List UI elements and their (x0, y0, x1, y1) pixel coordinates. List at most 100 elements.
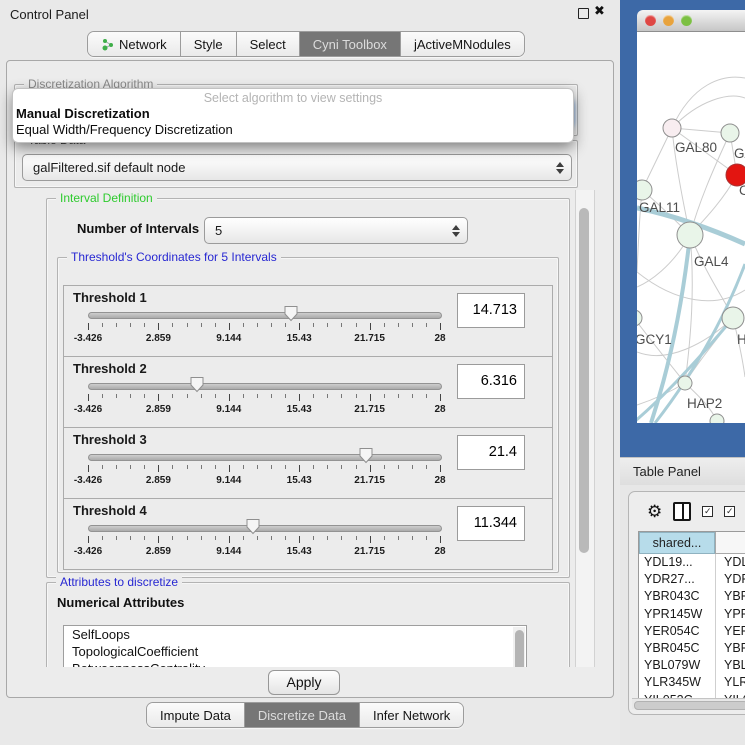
network-edge[interactable] (637, 272, 745, 301)
tab-impute-data[interactable]: Impute Data (147, 703, 245, 727)
slider-track[interactable] (88, 383, 442, 390)
slider-tick (187, 465, 188, 469)
scrollbar-thumb[interactable] (634, 701, 745, 710)
traffic-light-zoom-icon[interactable] (681, 15, 692, 26)
tab-network[interactable]: Network (88, 32, 181, 56)
column-header-name[interactable]: na (715, 532, 745, 554)
slider-tick (201, 323, 202, 327)
slider-tick (271, 536, 272, 540)
apply-button[interactable]: Apply (268, 670, 340, 695)
threshold-value-field[interactable] (457, 293, 525, 328)
network-node-ga[interactable] (721, 124, 739, 142)
split-view-icon[interactable] (673, 502, 691, 521)
threshold-slider[interactable]: -3.4262.8599.14415.4321.71528 (88, 523, 440, 563)
slider-tick (412, 323, 413, 327)
slider-tick (243, 465, 244, 469)
node-table[interactable]: shared...naYDL19...YDL1YDR27...YDR2YBR04… (638, 531, 745, 699)
checkbox-icon[interactable]: ✓ (724, 506, 735, 517)
network-edge[interactable] (672, 96, 745, 128)
tab-style[interactable]: Style (181, 32, 237, 56)
slider-tick (313, 394, 314, 398)
scrollbar-thumb[interactable] (515, 630, 524, 667)
network-window-titlebar[interactable] (637, 10, 745, 32)
threshold-value-field[interactable] (457, 506, 525, 541)
threshold-rows: Threshold 1-3.4262.8599.14415.4321.71528… (63, 286, 553, 570)
table-horizontal-scrollbar[interactable] (632, 698, 745, 709)
network-node-gal11[interactable] (637, 180, 652, 200)
attribute-item[interactable]: BetweennessCentrality (64, 660, 526, 667)
number-of-intervals-combo[interactable]: 5 (204, 217, 468, 244)
tab-label: Impute Data (160, 708, 231, 723)
slider-tick (299, 394, 300, 401)
tab-infer-network[interactable]: Infer Network (360, 703, 463, 727)
popup-option[interactable]: Manual Discretization (13, 106, 573, 122)
network-window: GAL80GACGAL11GAL4GCY1HHAP2 (637, 10, 745, 423)
network-edge[interactable] (672, 77, 745, 128)
slider-tick (130, 323, 131, 327)
threshold-value-field[interactable] (457, 364, 525, 399)
slider-tick (144, 465, 145, 469)
network-node-hap2[interactable] (678, 376, 692, 390)
network-edge-thick[interactable] (651, 235, 690, 423)
network-node[interactable] (710, 414, 724, 423)
slider-tick-label: -3.426 (74, 404, 102, 415)
table-data-combo[interactable]: galFiltered.sif default node (22, 154, 572, 181)
network-canvas[interactable]: GAL80GACGAL11GAL4GCY1HHAP2 (637, 32, 745, 423)
table-row[interactable]: YDR27...YDR2 (639, 571, 745, 588)
slider-tick (243, 394, 244, 398)
table-row[interactable]: YER054CYER0 (639, 623, 745, 640)
traffic-light-close-icon[interactable] (645, 15, 656, 26)
slider-track[interactable] (88, 525, 442, 532)
table-toolbar: ⚙ ✓ ✓ (629, 492, 745, 530)
attribute-item[interactable]: TopologicalCoefficient (64, 643, 526, 660)
slider-tick (426, 465, 427, 469)
tab-select[interactable]: Select (237, 32, 300, 56)
network-node-gal80[interactable] (663, 119, 681, 137)
slider-tick (215, 536, 216, 540)
network-node-h[interactable] (722, 307, 744, 329)
popup-option[interactable]: Equal Width/Frequency Discretization (13, 122, 573, 138)
slider-tick (215, 323, 216, 327)
tab-jactivemnodules[interactable]: jActiveMNodules (401, 32, 524, 56)
table-row[interactable]: YDL19...YDL1 (639, 554, 745, 571)
checkbox-icon[interactable]: ✓ (702, 506, 713, 517)
column-header-shared-name[interactable]: shared... (639, 532, 715, 554)
threshold-value-field[interactable] (457, 435, 525, 470)
cell-name: YBR0 (715, 588, 745, 605)
threshold-slider[interactable]: -3.4262.8599.14415.4321.71528 (88, 381, 440, 421)
slider-track[interactable] (88, 454, 442, 461)
slider-tick (327, 394, 328, 398)
table-row[interactable]: YLR345WYLR3 (639, 674, 745, 691)
slider-tick (384, 465, 385, 469)
network-node-gal4[interactable] (677, 222, 703, 248)
scrollbar-thumb[interactable] (579, 208, 589, 553)
table-row[interactable]: YPR145WYPR1 (639, 606, 745, 623)
float-window-icon[interactable] (578, 8, 589, 19)
interval-definition-group: Interval Definition Number of Intervals … (46, 198, 570, 578)
traffic-light-minimize-icon[interactable] (663, 15, 674, 26)
attributes-scrollbar[interactable] (513, 627, 525, 667)
attribute-item[interactable]: SelfLoops (64, 626, 526, 643)
slider-tick-label: 9.144 (216, 475, 241, 486)
slider-thumb[interactable] (190, 376, 205, 398)
numerical-attributes-list[interactable]: SelfLoopsTopologicalCoefficientBetweenne… (63, 625, 527, 667)
slider-thumb[interactable] (359, 447, 374, 469)
table-row[interactable]: YBR043CYBR0 (639, 588, 745, 605)
table-row[interactable]: YBR045CYBR0 (639, 640, 745, 657)
table-row[interactable]: YBL079WYBL0 (639, 657, 745, 674)
slider-tick (130, 394, 131, 398)
tab-discretize-data[interactable]: Discretize Data (245, 703, 360, 727)
tab-cyni-toolbox[interactable]: Cyni Toolbox (300, 32, 401, 56)
slider-thumb[interactable] (246, 518, 261, 540)
slider-thumb[interactable] (284, 305, 299, 327)
table-panel-titlebar[interactable]: Table Panel (620, 457, 745, 486)
threshold-slider[interactable]: -3.4262.8599.14415.4321.71528 (88, 310, 440, 350)
main-scrollbar[interactable] (575, 190, 595, 667)
panel-title: Control Panel (10, 7, 89, 22)
network-node-gcy1[interactable] (637, 310, 642, 326)
threshold-slider[interactable]: -3.4262.8599.14415.4321.71528 (88, 452, 440, 492)
slider-track[interactable] (88, 312, 442, 319)
close-icon[interactable]: ✖ (594, 3, 605, 19)
slider-tick (215, 394, 216, 398)
gear-icon[interactable]: ⚙ (647, 503, 662, 520)
